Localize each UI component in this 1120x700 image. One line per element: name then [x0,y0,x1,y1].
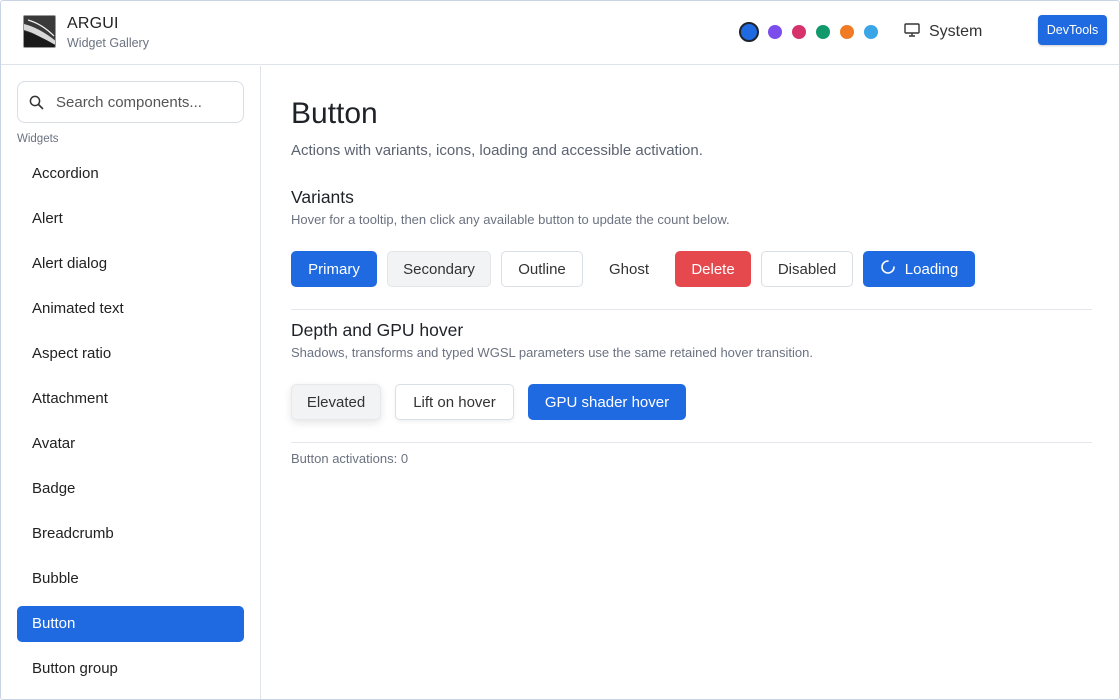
depth-description: Shadows, transforms and typed WGSL param… [291,345,813,360]
app-header: ARGUI Widget Gallery System DevTools [1,1,1119,65]
page-title: Button [291,97,378,130]
sidebar-item-bubble[interactable]: Bubble [17,561,244,597]
elevated-button[interactable]: Elevated [291,384,381,420]
secondary-button[interactable]: Secondary [387,251,491,287]
lift-on-hover-button[interactable]: Lift on hover [395,384,514,420]
app-subtitle: Widget Gallery [67,36,149,50]
theme-swatch-blue[interactable] [739,22,759,42]
page-description: Actions with variants, icons, loading an… [291,142,703,159]
sidebar-item-badge[interactable]: Badge [17,471,244,507]
variants-description: Hover for a tooltip, then click any avai… [291,212,730,227]
loading-button[interactable]: Loading [863,251,975,287]
sidebar-item-button[interactable]: Button [17,606,244,642]
sidebar-item-button-group[interactable]: Button group [17,651,244,687]
app-logo [23,15,56,48]
sidebar-item-avatar[interactable]: Avatar [17,426,244,462]
sidebar-item-breadcrumb[interactable]: Breadcrumb [17,516,244,552]
theme-swatch-pink[interactable] [792,25,806,39]
sidebar-item-aspect-ratio[interactable]: Aspect ratio [17,336,244,372]
sidebar: Widgets Accordion Alert Alert dialog Ani… [1,66,261,699]
main-content: Button Actions with variants, icons, loa… [262,66,1119,699]
variants-title: Variants [291,187,354,207]
section-divider [291,442,1092,443]
depth-title: Depth and GPU hover [291,320,464,340]
gpu-shader-hover-button[interactable]: GPU shader hover [528,384,686,420]
sidebar-item-accordion[interactable]: Accordion [17,156,244,192]
devtools-button[interactable]: DevTools [1038,15,1107,45]
sidebar-item-alert[interactable]: Alert [17,201,244,237]
sidebar-item-animated-text[interactable]: Animated text [17,291,244,327]
theme-mode-toggle[interactable]: System [904,22,982,42]
button-activations-count: Button activations: 0 [291,451,409,466]
disabled-button: Disabled [761,251,853,287]
monitor-icon [904,22,920,42]
delete-button[interactable]: Delete [675,251,751,287]
search-input[interactable] [56,82,236,122]
sidebar-item-attachment[interactable]: Attachment [17,381,244,417]
primary-button[interactable]: Primary [291,251,377,287]
theme-swatch-purple[interactable] [768,25,782,39]
theme-mode-label: System [929,23,983,40]
theme-swatch-green[interactable] [816,25,830,39]
search-icon [29,95,44,110]
section-divider [291,309,1092,310]
theme-swatch-sky[interactable] [864,25,878,39]
loading-button-label: Loading [904,260,959,278]
app-window: ARGUI Widget Gallery System DevTools Sea… [0,0,1120,700]
outline-button[interactable]: Outline [501,251,583,287]
sidebar-item-alert-dialog[interactable]: Alert dialog [17,246,244,282]
search-box [17,81,244,123]
ghost-button[interactable]: Ghost [593,251,665,287]
app-title: ARGUI [67,15,119,32]
spinner-icon [880,259,896,279]
theme-swatch-orange[interactable] [840,25,854,39]
sidebar-section-label: Widgets [17,133,59,145]
